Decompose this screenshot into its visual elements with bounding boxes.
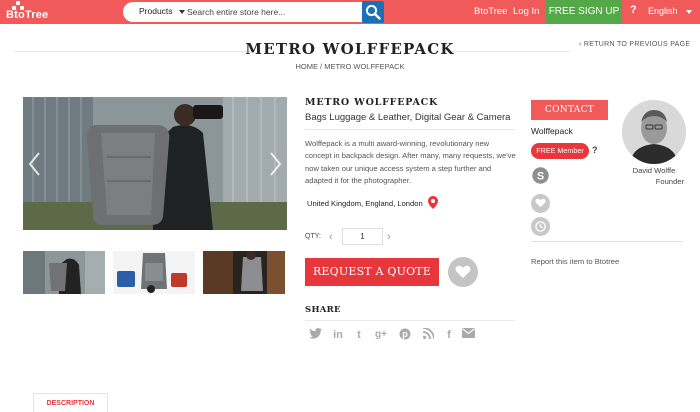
- skype-icon[interactable]: S: [531, 166, 550, 185]
- chevron-down-icon[interactable]: [686, 10, 692, 14]
- pinterest-icon[interactable]: p: [398, 328, 412, 342]
- contact-button[interactable]: CONTACT: [531, 100, 608, 120]
- tumblr-icon[interactable]: t: [352, 328, 366, 342]
- svg-text:S: S: [537, 170, 544, 182]
- product-name: METRO WOLFFEPACK: [305, 97, 439, 108]
- help-icon[interactable]: ?: [592, 145, 602, 155]
- share-heading: SHARE: [305, 305, 341, 315]
- clock-icon[interactable]: [531, 217, 550, 236]
- divider: [450, 51, 570, 52]
- product-thumbnail[interactable]: [23, 251, 105, 294]
- quantity-input[interactable]: [342, 228, 383, 245]
- request-quote-button[interactable]: REQUEST A QUOTE: [305, 258, 439, 286]
- email-icon[interactable]: [461, 328, 475, 342]
- tab-description[interactable]: DESCRIPTION: [33, 393, 108, 412]
- chevron-down-icon[interactable]: [179, 10, 185, 14]
- favorite-button[interactable]: [448, 257, 478, 287]
- membership-badge: FREE Member: [531, 143, 589, 159]
- nav-login-link[interactable]: Log In: [513, 6, 539, 17]
- divider: [305, 320, 515, 321]
- nav-btotree-link[interactable]: BtoTree: [474, 6, 507, 17]
- svg-text:p: p: [402, 329, 408, 339]
- heart-icon[interactable]: [531, 194, 550, 213]
- owner-role: Founder: [655, 177, 684, 186]
- thumbnail-photo: [203, 251, 285, 294]
- search-button[interactable]: [362, 1, 384, 23]
- chevron-left-icon[interactable]: [25, 149, 45, 179]
- linkedin-icon[interactable]: in: [331, 328, 345, 342]
- product-location: United Kingdom, England, London: [307, 199, 423, 208]
- seller-company-name[interactable]: Wolffepack: [531, 126, 573, 136]
- divider: [531, 241, 683, 242]
- quantity-decrease-button[interactable]: ‹: [329, 231, 333, 243]
- heart-icon: [455, 265, 471, 278]
- product-thumbnail[interactable]: [113, 251, 195, 294]
- breadcrumb[interactable]: HOME / METRO WOLFFEPACK: [250, 62, 450, 71]
- return-to-previous-link[interactable]: ‹ RETURN TO PREVIOUS PAGE: [579, 41, 690, 48]
- thumbnail-photo: [113, 251, 195, 294]
- site-logo[interactable]: BtoTree: [4, 1, 48, 23]
- divider: [305, 129, 515, 130]
- chevron-right-icon[interactable]: [265, 149, 285, 179]
- map-pin-icon: [428, 196, 438, 209]
- product-category[interactable]: Bags Luggage & Leather, Digital Gear & C…: [305, 112, 510, 123]
- search-bar: Products: [123, 2, 383, 22]
- logo-text: BtoTree: [6, 9, 49, 21]
- help-icon[interactable]: ?: [630, 4, 637, 16]
- avatar[interactable]: [622, 100, 686, 164]
- signup-button[interactable]: FREE SIGN UP: [546, 0, 622, 24]
- quantity-increase-button[interactable]: ›: [387, 231, 391, 243]
- quantity-label: QTY:: [305, 233, 321, 240]
- rss-icon[interactable]: [421, 327, 435, 342]
- product-main-image[interactable]: [23, 97, 287, 230]
- search-input[interactable]: [187, 4, 363, 20]
- owner-name: David Wolffe: [632, 166, 676, 175]
- page-title: METRO WOLFFEPACK: [245, 40, 455, 58]
- facebook-icon[interactable]: f: [442, 328, 456, 342]
- language-select[interactable]: English: [648, 6, 678, 16]
- report-item-link[interactable]: Report this item to Btotree: [531, 257, 619, 266]
- product-photo: [23, 97, 287, 230]
- top-bar: BtoTree Products BtoTree Log In FREE SIG…: [0, 0, 700, 24]
- search-category-select[interactable]: Products: [139, 6, 173, 16]
- avatar-photo: [622, 100, 686, 164]
- twitter-icon[interactable]: [308, 328, 322, 342]
- thumbnail-photo: [23, 251, 105, 294]
- product-description: Wolffepack is a multi award-winning, rev…: [305, 139, 516, 185]
- product-thumbnail[interactable]: [203, 251, 285, 294]
- google-plus-icon[interactable]: g+: [374, 328, 388, 342]
- divider: [14, 51, 250, 52]
- search-icon: [365, 4, 381, 20]
